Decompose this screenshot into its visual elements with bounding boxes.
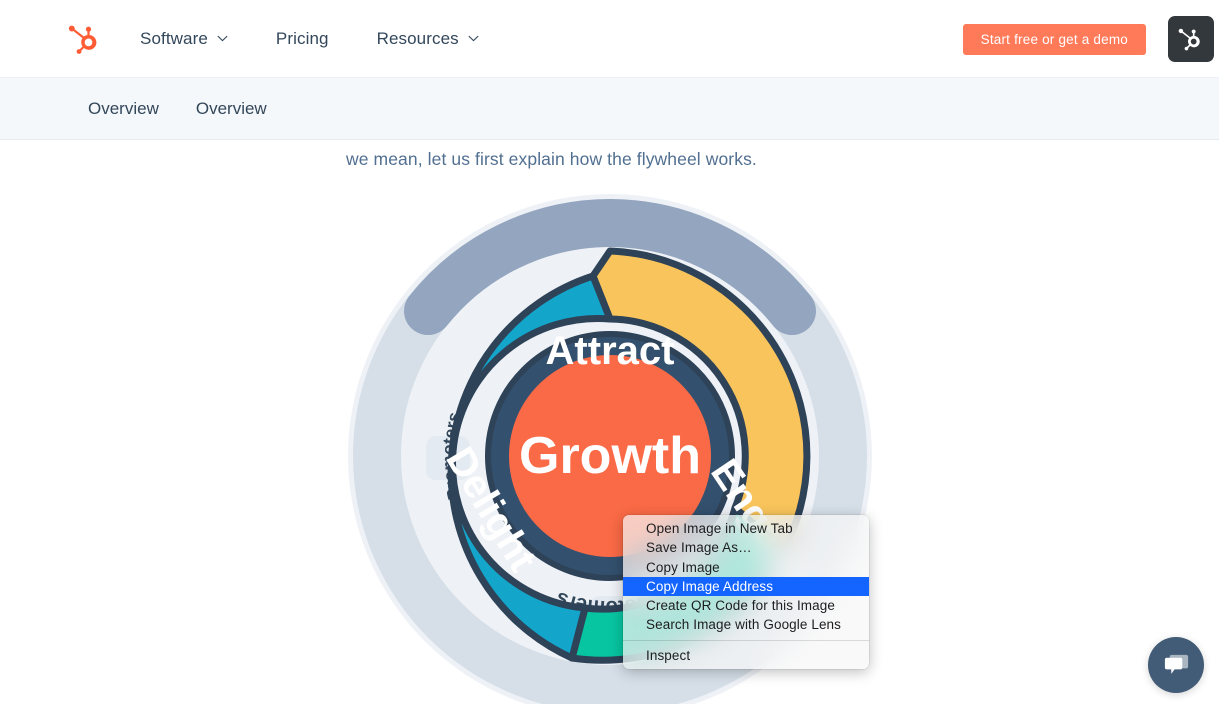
subnav-item-overview-1[interactable]: Overview — [88, 99, 159, 119]
sprocket-icon — [1178, 28, 1200, 51]
image-context-menu[interactable]: Open Image in New Tab Save Image As… Cop… — [623, 515, 869, 670]
header-actions: Start free or get a demo — [962, 0, 1219, 78]
nav-item-pricing[interactable]: Pricing — [276, 23, 329, 55]
start-free-demo-button[interactable]: Start free or get a demo — [962, 23, 1146, 55]
section-subnav: Overview Overview — [0, 78, 1219, 140]
intro-paragraph: we mean, let us first explain how the fl… — [346, 149, 757, 169]
nav-item-resources[interactable]: Resources — [377, 23, 479, 55]
primary-navigation: Software Pricing Resources — [140, 23, 527, 55]
chevron-down-icon — [217, 35, 228, 42]
context-menu-item-open-image-in-new-tab[interactable]: Open Image in New Tab — [623, 519, 869, 538]
chat-bubbles-icon — [1164, 654, 1188, 674]
flywheel-center-label: Growth — [519, 427, 701, 485]
context-menu-item-save-image-as[interactable]: Save Image As… — [623, 538, 869, 557]
nav-label: Resources — [376, 28, 459, 48]
context-menu-item-search-with-google-lens[interactable]: Search Image with Google Lens — [623, 615, 869, 634]
context-menu-separator — [623, 639, 869, 641]
hubspot-sprocket-logo[interactable] — [68, 22, 102, 56]
stage-label-attract: Attract — [546, 329, 675, 373]
nav-label: Software — [140, 28, 208, 48]
page-content: we mean, let us first explain how the fl… — [0, 140, 1219, 704]
context-menu-item-inspect[interactable]: Inspect — [623, 646, 869, 665]
context-menu-item-create-qr-code[interactable]: Create QR Code for this Image — [623, 596, 869, 615]
site-header: Software Pricing Resources Start free or… — [0, 0, 1219, 78]
chat-widget-button[interactable] — [1148, 637, 1204, 693]
context-menu-item-copy-image[interactable]: Copy Image — [623, 558, 869, 577]
nav-item-software[interactable]: Software — [140, 23, 228, 55]
hubspot-sprocket-badge[interactable] — [1168, 16, 1214, 62]
nav-label: Pricing — [275, 28, 329, 48]
context-menu-item-copy-image-address[interactable]: Copy Image Address — [623, 576, 869, 597]
chevron-down-icon — [468, 35, 479, 42]
subnav-item-overview-2[interactable]: Overview — [196, 99, 267, 119]
